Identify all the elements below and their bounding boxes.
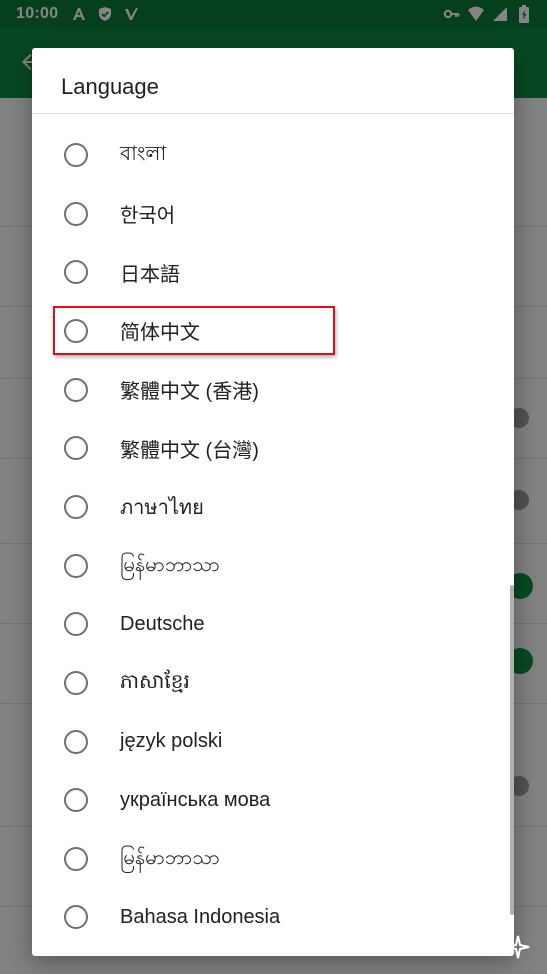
language-option[interactable]: 繁體中文 (台灣): [32, 419, 514, 477]
language-option[interactable]: မြန်မာဘာသာ: [32, 537, 514, 595]
language-option[interactable]: বাংলা: [32, 126, 514, 184]
radio-button-icon[interactable]: [64, 788, 88, 813]
language-option-label: ภาษาไทย: [120, 496, 204, 519]
language-dialog: Language বাংলা 한국어 日本語 简体中文 繁體中文 (香港) 繁體中文 (台…: [32, 48, 514, 956]
language-option-label: Deutsche: [120, 612, 205, 635]
language-option[interactable]: ภาษาไทย: [32, 478, 514, 536]
language-option[interactable]: Bahasa Indonesia: [32, 888, 514, 946]
dialog-title: Language: [61, 74, 159, 99]
language-option[interactable]: język polski: [32, 713, 514, 771]
radio-button-icon[interactable]: [64, 846, 88, 871]
language-option-label: język polski: [120, 730, 223, 752]
radio-button-icon[interactable]: [64, 436, 88, 461]
radio-button-icon[interactable]: [64, 553, 88, 578]
scrollbar[interactable]: [510, 585, 514, 915]
radio-button-icon[interactable]: [64, 670, 88, 695]
language-option[interactable]: 한국어: [32, 185, 514, 243]
dialog-divider: [32, 113, 514, 114]
radio-button-icon[interactable]: [64, 201, 88, 226]
radio-button-icon[interactable]: [64, 612, 88, 637]
radio-button-icon[interactable]: [64, 377, 88, 402]
radio-button-icon[interactable]: [64, 905, 88, 930]
language-option[interactable]: မြန်မာဘာသာ: [32, 830, 514, 888]
radio-button-icon[interactable]: [64, 260, 88, 285]
language-option-label: 繁體中文 (台灣): [120, 439, 259, 462]
language-option-label: Bahasa Indonesia: [120, 905, 281, 928]
sparkle-corner-icon: [505, 934, 531, 960]
language-option[interactable]: 繁體中文 (香港): [32, 361, 514, 419]
language-option-label: မြန်မာဘာသာ: [120, 846, 220, 869]
radio-button-icon[interactable]: [64, 494, 88, 519]
language-option-label: 日本語: [120, 263, 180, 286]
language-option-label: 한국어: [120, 205, 176, 228]
language-option[interactable]: Deutsche: [32, 595, 514, 653]
language-option-label: українська мова: [120, 788, 271, 811]
language-option-label: မြန်မာဘာသာ: [120, 553, 220, 576]
language-option-label: 繁體中文 (香港): [120, 381, 259, 404]
language-option-label: ភាសាខ្មែរ: [120, 670, 190, 693]
highlight-annotation-box: [53, 306, 335, 355]
language-option[interactable]: ភាសាខ្មែរ: [32, 654, 514, 712]
radio-button-icon[interactable]: [64, 729, 88, 754]
radio-button-icon[interactable]: [64, 143, 88, 167]
language-option[interactable]: українська мова: [32, 771, 514, 829]
language-option-label: বাংলা: [120, 142, 167, 165]
language-option[interactable]: 日本語: [32, 243, 514, 301]
